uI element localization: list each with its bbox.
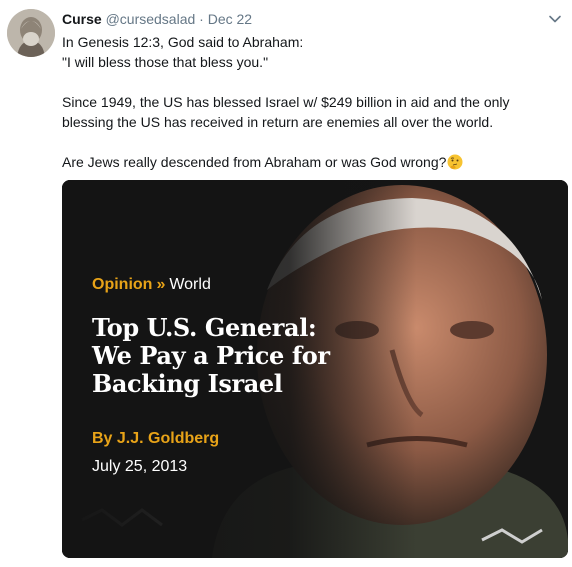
card-byline: By J.J. Goldberg (92, 430, 220, 447)
author-handle[interactable]: @cursedsalad (106, 11, 196, 27)
card-headline: Top U.S. General: We Pay a Price for Bac… (92, 313, 330, 398)
tweet-question: Are Jews really descended from Abraham o… (62, 154, 447, 170)
tweet-text: In Genesis 12:3, God said to Abraham: "I… (62, 32, 562, 172)
kicker-separator: » (156, 276, 166, 293)
tweet-line: In Genesis 12:3, God said to Abraham: (62, 34, 304, 50)
avatar[interactable] (7, 9, 55, 57)
tweet-line: Are Jews really descended from Abraham o… (62, 152, 562, 172)
kicker-topic: World (169, 276, 211, 293)
tweet-header: Curse @cursedsalad · Dec 22 (62, 10, 252, 28)
link-card-image[interactable]: Opinion» World Top U.S. General: We Pay a… (62, 180, 568, 558)
tweet-line: Since 1949, the US has blessed Israel w/… (62, 94, 510, 130)
card-date: July 25, 2013 (92, 458, 188, 475)
card-kicker: Opinion» World (92, 276, 211, 294)
header-separator: · (199, 11, 204, 27)
tweet-date[interactable]: Dec 22 (208, 11, 252, 27)
chevron-down-icon[interactable] (548, 12, 562, 26)
author-name[interactable]: Curse (62, 11, 102, 27)
thinking-face-icon (447, 154, 463, 170)
tweet[interactable]: Curse @cursedsalad · Dec 22 In Genesis 1… (0, 0, 572, 567)
kicker-section: Opinion (92, 276, 153, 293)
avatar-image (7, 9, 55, 57)
tweet-line: "I will bless those that bless you." (62, 54, 269, 70)
